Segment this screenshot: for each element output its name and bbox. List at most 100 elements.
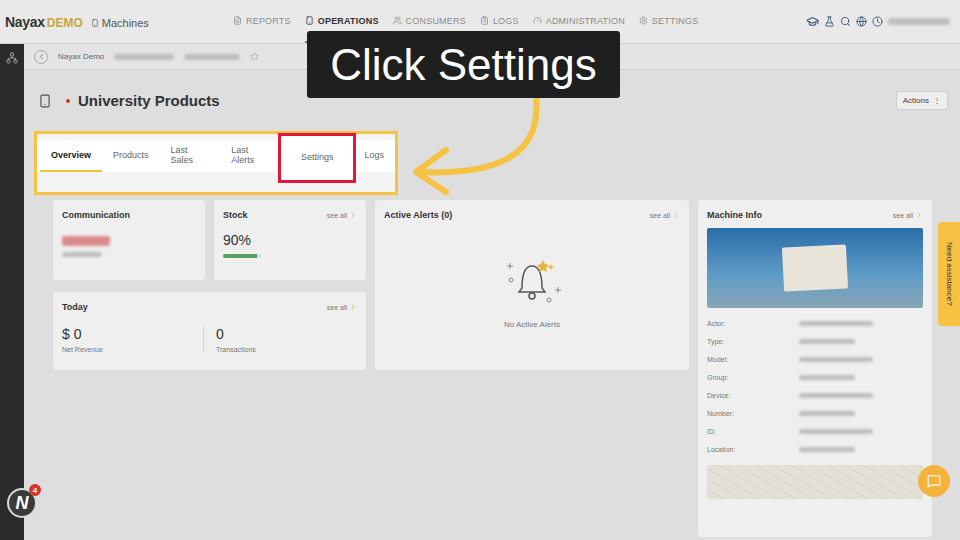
nav-item-icon: [233, 16, 242, 25]
tab[interactable]: Last Sales: [160, 140, 221, 172]
empty-text: No Active Alerts: [504, 320, 560, 329]
metric-value: $ 0: [62, 326, 203, 342]
machine-icon: [38, 94, 52, 108]
lab-icon[interactable]: [824, 16, 835, 27]
user-name[interactable]: [888, 18, 950, 25]
location-map[interactable]: [707, 465, 923, 499]
field-value: [799, 447, 855, 452]
chevron-icon: [349, 303, 357, 311]
status-dot: [66, 99, 70, 103]
page-title: University Products: [78, 92, 220, 109]
see-all-link[interactable]: see all: [327, 303, 357, 311]
field-value: [799, 339, 855, 344]
sitemap-icon[interactable]: [6, 52, 18, 64]
callout-text: Click Settings: [330, 40, 597, 90]
alerts-card: Active Alerts (0) see all No Active Alerts: [375, 200, 689, 370]
metric: 0 Transactions: [203, 326, 357, 353]
tab[interactable]: Settings: [281, 136, 354, 180]
body: N4 Nayax Demo University Products Actions⋮ O…: [0, 44, 960, 540]
back-button[interactable]: [34, 50, 48, 64]
section-label: Machines: [91, 17, 149, 29]
tutorial-callout: Click Settings: [307, 31, 620, 98]
card-header: Stock see all: [223, 210, 357, 220]
field-value: [799, 375, 855, 380]
machine-field: Type:: [707, 336, 923, 347]
main: Nayax Demo University Products Actions⋮ Ove…: [24, 44, 960, 540]
tab[interactable]: Products: [102, 140, 160, 172]
empty-state: No Active Alerts: [384, 220, 680, 360]
chevron-icon: [672, 211, 680, 219]
chat-icon: [927, 474, 941, 488]
nav-item-icon: [639, 16, 648, 25]
machine-fields: Actor:Type:Model:Group:Device:Number:ID:…: [707, 318, 923, 455]
academy-icon[interactable]: [806, 15, 819, 28]
card-title: Communication: [62, 210, 196, 220]
stock-bar: [223, 254, 261, 258]
bell-icon: [497, 252, 567, 306]
chat-button[interactable]: [918, 465, 950, 497]
field-value: [799, 357, 873, 362]
field-value: [799, 393, 873, 398]
chevron-icon: [915, 211, 923, 219]
star-icon[interactable]: [250, 52, 259, 61]
card-title: Active Alerts (0): [384, 210, 452, 220]
machine-field: Device:: [707, 390, 923, 401]
card-header: Machine Info see all: [707, 210, 923, 220]
machine-field: Actor:: [707, 318, 923, 329]
nav-item[interactable]: REPORTS: [233, 0, 291, 43]
communication-time: [62, 252, 102, 257]
actions-button[interactable]: Actions⋮: [896, 91, 948, 110]
field-label: Number:: [707, 410, 769, 417]
metric-label: Net Revenue: [62, 346, 203, 353]
tab-bar: OverviewProductsLast SalesLast AlertsSet…: [37, 140, 395, 172]
tab[interactable]: Logs: [353, 140, 395, 172]
card-title: Machine Info: [707, 210, 762, 220]
see-all-link[interactable]: see all: [650, 211, 680, 219]
nav-item[interactable]: SETTINGS: [639, 0, 699, 43]
machine-info-card: Machine Info see all Actor: Type: Model: Grou…: [698, 200, 932, 537]
stock-value: 90%: [223, 232, 357, 248]
field-label: Device:: [707, 392, 769, 399]
toolbar-icons: [806, 15, 950, 28]
logo[interactable]: NayaxDEMO Machines: [5, 14, 233, 30]
back-icon: [37, 52, 46, 61]
see-all-link[interactable]: see all: [893, 211, 923, 219]
notifications-logo[interactable]: N4: [7, 488, 37, 518]
card-header: Today see all: [62, 302, 357, 312]
clock-icon[interactable]: [872, 16, 883, 27]
metrics: $ 0 Net Revenue 0 Transactions: [62, 326, 357, 353]
card-title: Today: [62, 302, 88, 312]
machine-icon: [91, 19, 99, 27]
metric-value: 0: [216, 326, 357, 342]
communication-card: Communication: [53, 200, 205, 280]
tabs-highlight: OverviewProductsLast SalesLast AlertsSet…: [34, 131, 398, 195]
field-label: Group:: [707, 374, 769, 381]
stock-card: Stock see all 90%: [214, 200, 366, 280]
dashboard-grid: Communication Stock see all 90% Today see all…: [53, 200, 960, 537]
metric-label: Transactions: [216, 346, 357, 353]
field-label: Type:: [707, 338, 769, 345]
nav-item-icon: [393, 16, 402, 25]
stock-bar-fill: [223, 254, 257, 258]
machine-field: Group:: [707, 372, 923, 383]
notification-badge: 4: [29, 484, 41, 496]
machine-photo: [707, 228, 923, 308]
today-card: Today see all $ 0 Net Revenue 0 Transactions: [53, 292, 366, 370]
logo-tag: DEMO: [47, 16, 83, 30]
tab[interactable]: Overview: [40, 140, 102, 172]
breadcrumb-item[interactable]: Nayax Demo: [58, 52, 104, 61]
field-value: [799, 321, 873, 326]
logo-name: Nayax: [5, 14, 45, 30]
machine-field: Model:: [707, 354, 923, 365]
help-tab-label: Need assistance?: [945, 242, 954, 306]
help-tab[interactable]: Need assistance?: [938, 222, 960, 326]
machine-field: Number:: [707, 408, 923, 419]
tab[interactable]: Last Alerts: [220, 140, 281, 172]
globe-icon[interactable]: [856, 16, 867, 27]
breadcrumb-item[interactable]: [114, 54, 174, 60]
search-icon[interactable]: [840, 16, 851, 27]
see-all-link[interactable]: see all: [327, 211, 357, 219]
card-title: Stock: [223, 210, 248, 220]
breadcrumb-item[interactable]: [184, 54, 240, 60]
sidebar: N4: [0, 44, 24, 540]
